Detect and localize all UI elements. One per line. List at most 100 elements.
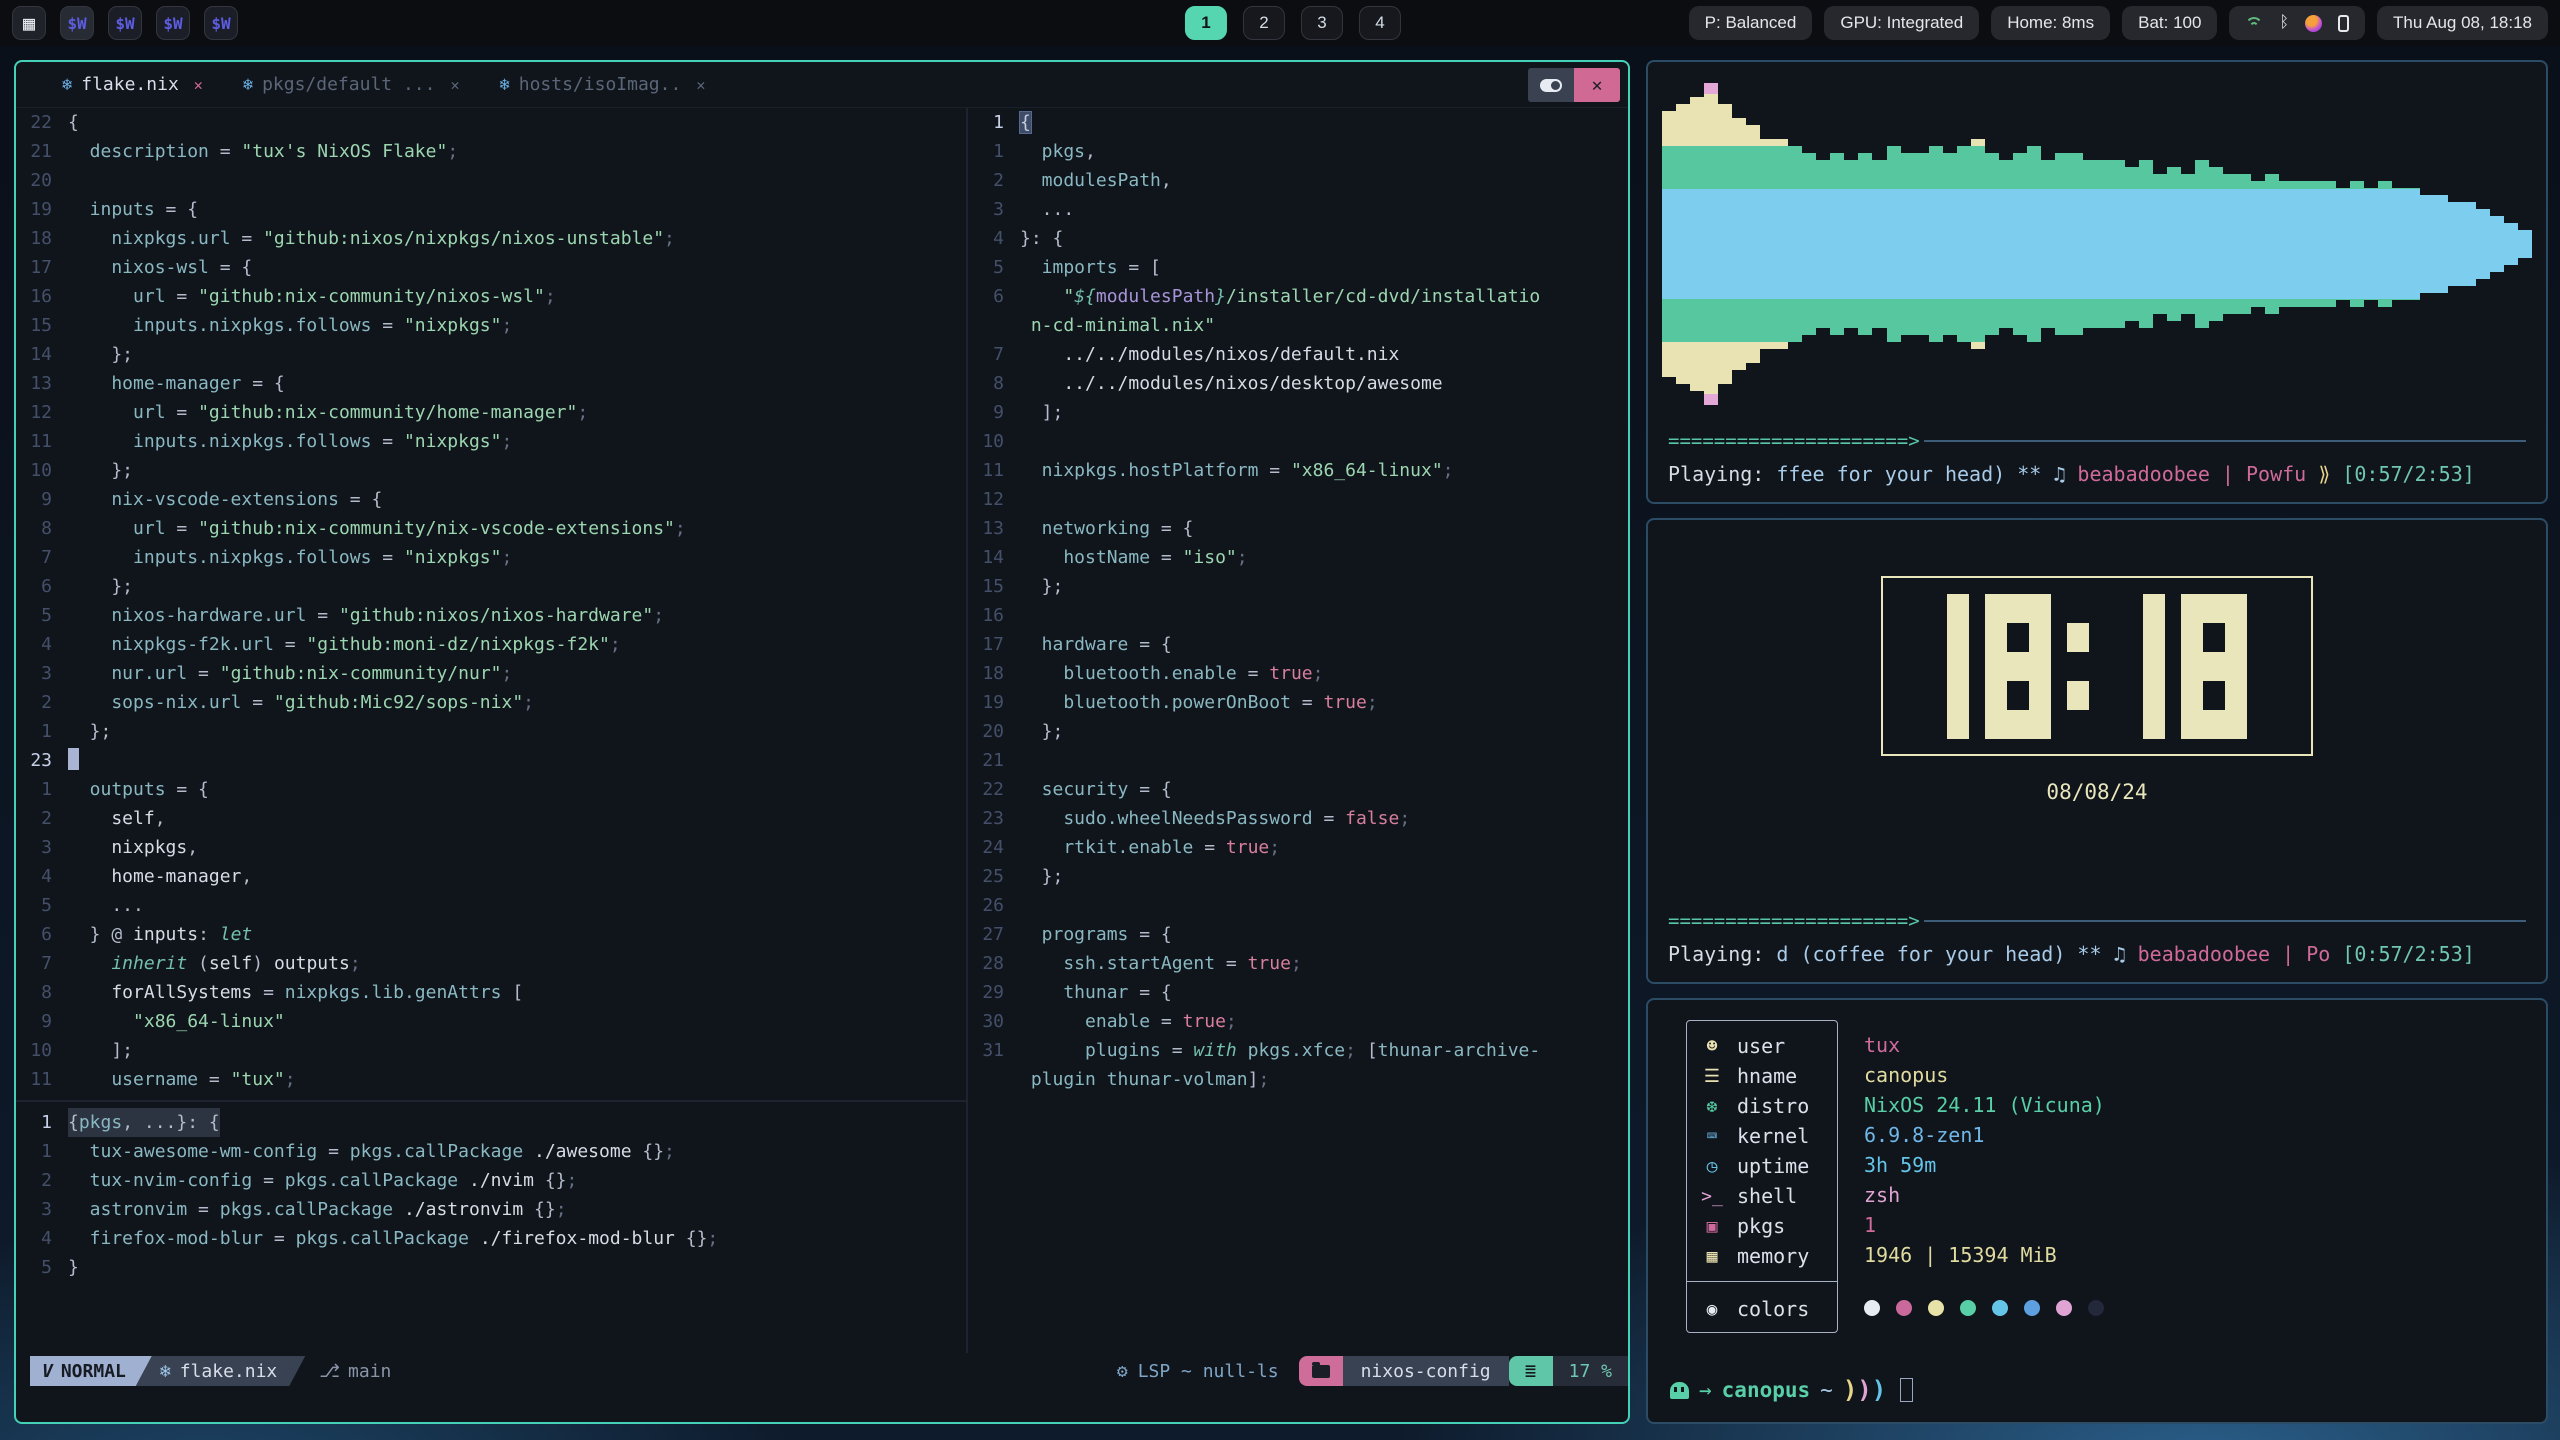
arrow-icon: → — [1699, 1378, 1712, 1402]
code-line: 13 networking = { — [968, 514, 1628, 543]
viz-column — [2209, 76, 2223, 412]
power-profile-pill: P: Balanced — [1689, 6, 1813, 40]
screen-icon[interactable] — [2338, 15, 2349, 32]
mode-indicator: V NORMAL — [30, 1356, 152, 1386]
viz-column — [1662, 76, 1676, 412]
fetch-value-user: tux — [1864, 1030, 2105, 1060]
fetch-value-memory: 1946 | 15394 MiB — [1864, 1240, 2105, 1270]
workspace-button-2[interactable]: $W — [108, 6, 142, 40]
code-line: 18 bluetooth.enable = true; — [968, 659, 1628, 688]
fetch-row-kernel: ⌨kernel — [1687, 1121, 1837, 1151]
prompt-chevrons: ))) — [1843, 1376, 1886, 1404]
bluetooth-icon[interactable]: ᛒ — [2279, 14, 2289, 32]
nix-file-icon: ❄ — [160, 1361, 171, 1382]
tag-list: 1234 — [1185, 6, 1401, 40]
code-line: 17 nixos-wsl = { — [16, 253, 966, 282]
viz-column — [1915, 76, 1929, 412]
code-line: 5 nixos-hardware.url = "github:nixos/nix… — [16, 601, 966, 630]
editor-window: ❄ flake.nix ✕ ❄ pkgs/default ... ✕ ❄ hos… — [14, 60, 1630, 1424]
viz-column — [2476, 76, 2490, 412]
tab-flake-nix[interactable]: ❄ flake.nix ✕ — [42, 62, 223, 107]
viz-column — [2406, 76, 2420, 412]
clock-digit — [2067, 594, 2089, 739]
viz-column — [2462, 76, 2476, 412]
workspace-buttons: $W $W $W $W — [60, 6, 238, 40]
code-line: 20 — [16, 166, 966, 195]
browser-icon[interactable] — [2305, 15, 2322, 32]
code-line: 23 sudo.wheelNeedsPassword = false; — [968, 804, 1628, 833]
code-line: 25 }; — [968, 862, 1628, 891]
visualizer-window: =====================>Playing: ffee for … — [1646, 60, 2548, 504]
viz-column — [2055, 76, 2069, 412]
editor-body: 22{21 description = "tux's NixOS Flake";… — [16, 108, 1628, 1353]
viz-column — [1788, 76, 1802, 412]
clock-digit — [2181, 594, 2247, 739]
workspace-button-3[interactable]: $W — [156, 6, 190, 40]
terminal-window[interactable]: ☻user☰hname❆distro⌨kernel◷uptime>_shell▣… — [1646, 998, 2548, 1424]
code-line: 4 home-manager, — [16, 862, 966, 891]
viz-column — [2434, 76, 2448, 412]
tag-2[interactable]: 2 — [1243, 6, 1285, 40]
digital-clock — [1881, 576, 2313, 756]
terminal-color-dots — [1864, 1293, 2105, 1323]
tab-pkgs-default[interactable]: ❄ pkgs/default ... ✕ — [223, 62, 480, 107]
tab-hosts-isoimage[interactable]: ❄ hosts/isoImag.. ✕ — [480, 62, 726, 107]
pkgs-default-pane[interactable]: 1{pkgs, ...}: {1 tux-awesome-wm-config =… — [16, 1102, 966, 1353]
viz-column — [1985, 76, 1999, 412]
workspace-button-1[interactable]: $W — [60, 6, 94, 40]
workspace-button-4[interactable]: $W — [204, 6, 238, 40]
tag-3[interactable]: 3 — [1301, 6, 1343, 40]
viz-column — [2125, 76, 2139, 412]
color-dot — [2024, 1300, 2040, 1316]
viz-column — [1760, 76, 1774, 412]
viz-column — [2392, 76, 2406, 412]
tab-label: pkgs/default ... — [262, 74, 435, 95]
code-line: 12 url = "github:nix-community/home-mana… — [16, 398, 966, 427]
project-segment — [1299, 1356, 1343, 1386]
viz-column — [1802, 76, 1816, 412]
viz-column — [2448, 76, 2462, 412]
flake-nix-pane[interactable]: 22{21 description = "tux's NixOS Flake";… — [16, 108, 966, 1100]
viz-column — [1746, 76, 1760, 412]
code-line: 24 rtkit.enable = true; — [968, 833, 1628, 862]
layout-switcher-button[interactable]: ▦ — [12, 6, 46, 40]
close-tab-icon[interactable]: ✕ — [450, 76, 459, 94]
tag-4[interactable]: 4 — [1359, 6, 1401, 40]
titlebar-buttons: ✕ — [1528, 68, 1620, 102]
code-line: 21 — [968, 746, 1628, 775]
fetch-row-colors: ◉colors — [1687, 1294, 1837, 1324]
window-close-button[interactable]: ✕ — [1574, 68, 1620, 102]
wifi-icon[interactable] — [2245, 17, 2263, 30]
hname-icon: ☰ — [1701, 1066, 1723, 1087]
viz-column — [2223, 76, 2237, 412]
viz-column — [2336, 76, 2350, 412]
viz-column — [1971, 76, 1985, 412]
code-line: 3 nur.url = "github:nix-community/nur"; — [16, 659, 966, 688]
tag-1[interactable]: 1 — [1185, 6, 1227, 40]
code-line: 15 inputs.nixpkgs.follows = "nixpkgs"; — [16, 311, 966, 340]
gear-icon: ⚙ — [1117, 1361, 1128, 1382]
code-line: 9 "x86_64-linux" — [16, 1007, 966, 1036]
viz-column — [1872, 76, 1886, 412]
close-tab-icon[interactable]: ✕ — [194, 76, 203, 94]
code-line: 8 forAllSystems = nixpkgs.lib.genAttrs [ — [16, 978, 966, 1007]
close-tab-icon[interactable]: ✕ — [696, 76, 705, 94]
viz-column — [2097, 76, 2111, 412]
fetch-value-hname: canopus — [1864, 1060, 2105, 1090]
file-label: flake.nix — [180, 1361, 278, 1382]
code-line: 1 pkgs, — [968, 137, 1628, 166]
viz-column — [1901, 76, 1915, 412]
viz-column — [2083, 76, 2097, 412]
lines-icon: ≣ — [1525, 1360, 1536, 1382]
code-line: 19 inputs = { — [16, 195, 966, 224]
toggle-button[interactable] — [1528, 68, 1574, 102]
code-line: 7 inputs.nixpkgs.follows = "nixpkgs"; — [16, 543, 966, 572]
shell-prompt[interactable]: → canopus ~ ))) — [1670, 1376, 1913, 1404]
fetch-value-kernel: 6.9.8-zen1 — [1864, 1120, 2105, 1150]
branch-icon: ⎇ — [319, 1361, 340, 1382]
hosts-isoimage-pane[interactable]: 1{1 pkgs,2 modulesPath,3 ...4}: {5 impor… — [968, 108, 1628, 1353]
code-line: 10 ]; — [16, 1036, 966, 1065]
prompt-path: ~ — [1820, 1378, 1833, 1402]
viz-column — [1830, 76, 1844, 412]
viz-column — [1816, 76, 1830, 412]
